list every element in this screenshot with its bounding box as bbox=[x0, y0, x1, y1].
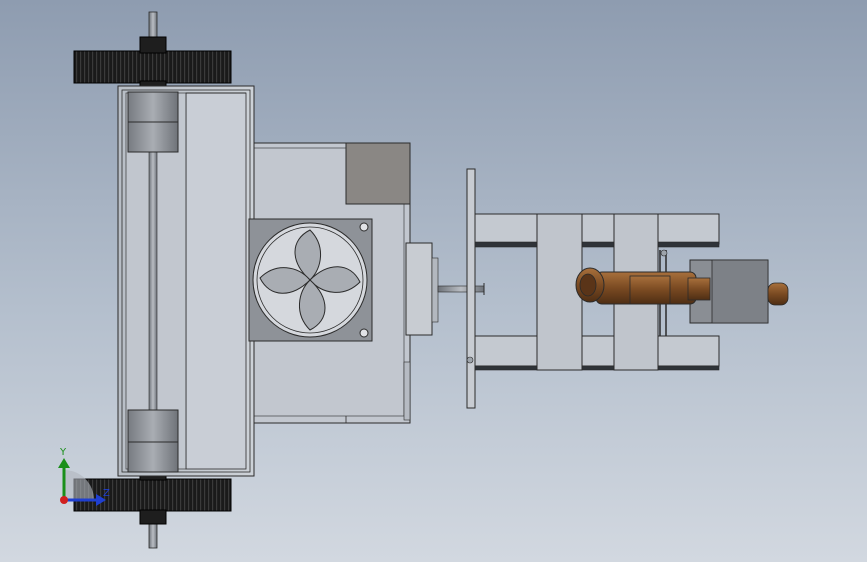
bottom-drive-motor[interactable] bbox=[127, 409, 179, 473]
clear-cover-panel[interactable] bbox=[185, 92, 247, 470]
chassis-assembly[interactable] bbox=[73, 11, 255, 549]
triad-z-label: Z bbox=[103, 488, 110, 499]
top-drive-motor[interactable] bbox=[127, 91, 179, 153]
center-body[interactable] bbox=[248, 142, 439, 424]
3d-viewport[interactable]: Y Z bbox=[0, 0, 867, 562]
cross-bar-left[interactable] bbox=[536, 213, 583, 371]
fan-screw-top-right bbox=[359, 222, 369, 232]
servo-housing[interactable] bbox=[405, 242, 433, 336]
cad-model-view[interactable]: Y Z bbox=[0, 0, 867, 562]
triad-y-label: Y bbox=[59, 447, 67, 458]
coordinate-triad: Y Z bbox=[58, 447, 110, 506]
top-wheel[interactable] bbox=[73, 36, 232, 90]
fan-screw-bottom-right bbox=[359, 328, 369, 338]
turret-mount-plate[interactable] bbox=[466, 168, 476, 409]
upper-rail[interactable] bbox=[474, 213, 720, 245]
link-shaft[interactable] bbox=[437, 285, 485, 293]
lower-rail[interactable] bbox=[474, 335, 720, 367]
triad-x-axis bbox=[60, 496, 68, 504]
cooling-fan[interactable] bbox=[248, 218, 373, 342]
control-box[interactable] bbox=[345, 142, 411, 205]
turret-assembly[interactable] bbox=[466, 168, 789, 409]
